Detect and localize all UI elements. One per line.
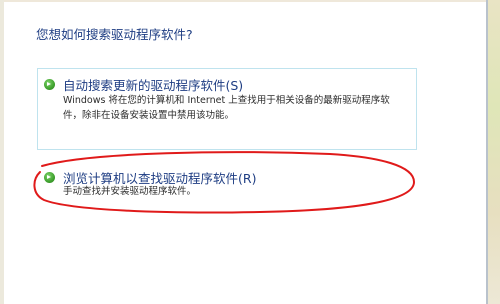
option-search-automatically[interactable]: 自动搜索更新的驱动程序软件(S) Windows 将在您的计算机和 Intern… [37, 68, 417, 150]
option-description-line: 件，除非在设备安装设置中禁用该功能。 [63, 110, 235, 121]
option-description: Windows 将在您的计算机和 Internet 上查找用于相关设备的最新驱动… [63, 93, 413, 123]
annotation-stroke [33, 151, 416, 214]
page-title: 您想如何搜索驱动程序软件? [36, 27, 193, 42]
option-description-line: Windows 将在您的计算机和 Internet 上查找用于相关设备的最新驱动… [63, 95, 390, 106]
green-arrow-icon [44, 79, 55, 90]
option-title: 自动搜索更新的驱动程序软件(S) [63, 78, 244, 93]
red-annotation-circle [33, 151, 416, 214]
window-top-edge [0, 0, 500, 2]
window-right-edge [486, 0, 500, 304]
window-left-edge [0, 0, 4, 304]
